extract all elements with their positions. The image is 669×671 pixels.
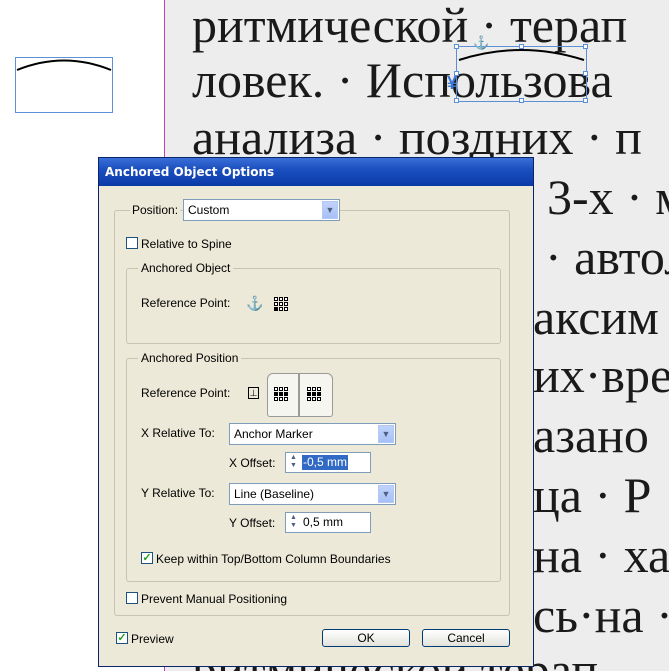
chevron-down-icon[interactable]: ▼ xyxy=(378,485,394,503)
doc-text-line: аксим xyxy=(533,289,659,345)
checkmark-icon: ✓ xyxy=(117,632,127,644)
selection-handle[interactable] xyxy=(519,44,524,49)
doc-text-line: их·врем xyxy=(533,347,669,403)
selection-handle[interactable] xyxy=(454,98,459,103)
anchor-icon: ⚓ xyxy=(246,295,264,311)
doc-text-line: азано xyxy=(533,407,649,463)
doc-text-line: на · хар xyxy=(533,527,669,583)
y-relative-to-select[interactable]: Line (Baseline) ▼ xyxy=(229,483,396,505)
x-relative-to-value: Anchor Marker xyxy=(234,427,313,441)
doc-text-line: анализа · поздних · п xyxy=(192,109,642,165)
x-offset-label: X Offset: xyxy=(229,456,276,470)
chevron-down-icon[interactable]: ▼ xyxy=(322,201,338,219)
selection-handle[interactable] xyxy=(454,44,459,49)
doc-text-line: ца · Р · н xyxy=(533,467,669,523)
prevent-manual-positioning-checkbox[interactable] xyxy=(126,592,138,604)
arc-shape xyxy=(16,59,112,71)
x-offset-value[interactable]: -0,5 mm xyxy=(302,455,349,470)
right-page-icon[interactable] xyxy=(299,373,333,417)
ok-button[interactable]: OK xyxy=(322,629,410,647)
relative-to-spine-checkbox[interactable] xyxy=(126,237,138,249)
anchor-marker-icon: ¥ xyxy=(447,73,458,93)
doc-text-line: · автол xyxy=(545,229,669,285)
x-relative-to-label: X Relative To: xyxy=(141,426,215,440)
spin-arrows-icon[interactable]: ▲ ▼ xyxy=(287,514,300,531)
y-offset-field[interactable]: ▲ ▼ 0,5 mm xyxy=(285,512,371,533)
x-relative-to-select[interactable]: Anchor Marker ▼ xyxy=(229,423,396,445)
anchored-object-legend: Anchored Object xyxy=(138,261,234,275)
doc-text-line: 3-х · м xyxy=(547,169,669,225)
selection-handle[interactable] xyxy=(583,98,588,103)
anchor-icon: ⚓ xyxy=(473,35,490,50)
y-relative-to-value: Line (Baseline) xyxy=(234,487,315,501)
selection-handle[interactable] xyxy=(519,98,524,103)
anchored-object-options-dialog: Anchored Object Options Position: Custom… xyxy=(98,157,534,667)
cancel-button[interactable]: Cancel xyxy=(422,629,510,647)
position-select[interactable]: Custom ▼ xyxy=(183,199,340,221)
chevron-down-icon[interactable]: ▼ xyxy=(378,425,394,443)
anchored-position-legend: Anchored Position xyxy=(138,351,242,365)
y-offset-label: Y Offset: xyxy=(229,516,276,530)
selection-handle[interactable] xyxy=(583,44,588,49)
anchored-position-reference-point-label: Reference Point: xyxy=(141,386,231,400)
prevent-manual-positioning-label: Prevent Manual Positioning xyxy=(141,592,288,606)
spine-icon: ⊥ xyxy=(248,387,259,399)
keep-within-checkbox[interactable]: ✓ xyxy=(141,552,153,564)
arc-object-frame[interactable] xyxy=(15,57,113,113)
dialog-titlebar[interactable]: Anchored Object Options xyxy=(99,158,533,186)
selection-handle[interactable] xyxy=(583,71,588,76)
anchored-object-frame[interactable]: ⚓ ¥ xyxy=(447,35,588,103)
relative-to-spine-label: Relative to Spine xyxy=(141,237,232,251)
left-page-icon[interactable] xyxy=(267,373,299,417)
doc-text-line: ритмической · терап xyxy=(192,0,628,53)
reference-point-grid-icon[interactable] xyxy=(274,297,288,311)
spin-arrows-icon[interactable]: ▲ ▼ xyxy=(287,454,300,471)
checkmark-icon: ✓ xyxy=(142,552,152,564)
y-offset-value[interactable]: 0,5 mm xyxy=(302,515,344,530)
position-value: Custom xyxy=(188,203,230,217)
keep-within-label: Keep within Top/Bottom Column Boundaries xyxy=(156,552,391,566)
preview-label: Preview xyxy=(131,632,174,646)
x-offset-field[interactable]: ▲ ▼ -0,5 mm xyxy=(285,452,371,473)
anchored-object-reference-point-label: Reference Point: xyxy=(141,296,231,310)
anchored-arc-shape xyxy=(458,49,585,61)
position-label: Position: xyxy=(130,203,181,217)
preview-checkbox[interactable]: ✓ xyxy=(116,632,128,644)
doc-text-line: сь·на · xyxy=(533,587,669,643)
y-relative-to-label: Y Relative To: xyxy=(141,486,215,500)
